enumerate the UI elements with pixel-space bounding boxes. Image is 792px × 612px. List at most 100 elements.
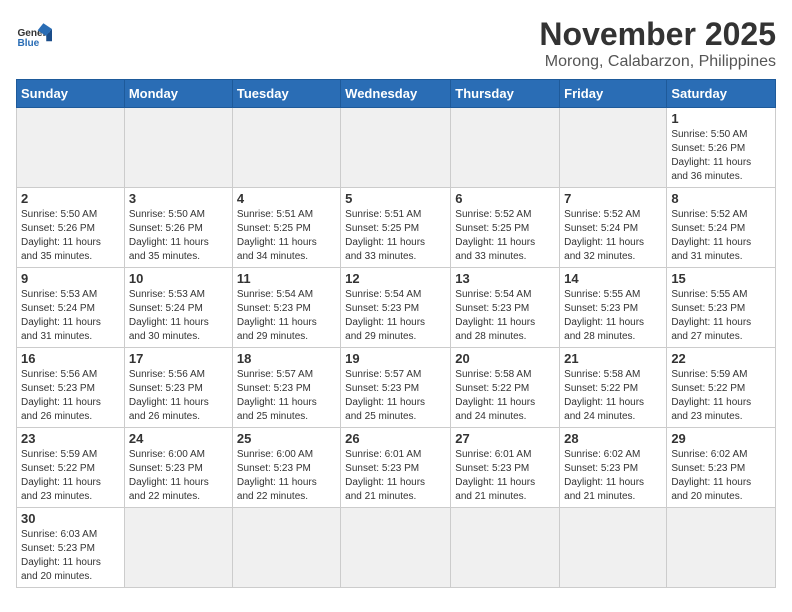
column-header-friday: Friday xyxy=(560,80,667,108)
calendar-week-row: 2Sunrise: 5:50 AM Sunset: 5:26 PM Daylig… xyxy=(17,188,776,268)
calendar-cell: 24 Sunrise: 6:00 AM Sunset: 5:23 PM Dayli… xyxy=(124,428,232,508)
day-info: Sunrise: 5:52 AM Sunset: 5:24 PM Dayligh… xyxy=(671,208,771,264)
calendar-cell: 22 Sunrise: 5:59 AM Sunset: 5:22 PM Dayli… xyxy=(667,348,776,428)
day-number: 6 xyxy=(455,191,555,206)
day-number: 19 xyxy=(345,351,446,366)
day-number: 23 xyxy=(21,431,120,446)
day-number: 25 xyxy=(237,431,336,446)
day-info: Sunrise: 5:57 AM Sunset: 5:23 PM Dayligh… xyxy=(345,368,446,424)
day-number: 13 xyxy=(455,271,555,286)
day-number: 14 xyxy=(564,271,662,286)
column-header-saturday: Saturday xyxy=(667,80,776,108)
column-header-wednesday: Wednesday xyxy=(341,80,451,108)
day-info: Sunrise: 6:00 AM Sunset: 5:23 PM Dayligh… xyxy=(237,448,336,504)
day-number: 16 xyxy=(21,351,120,366)
calendar-cell: 10 Sunrise: 5:53 AM Sunset: 5:24 PM Dayli… xyxy=(124,268,232,348)
calendar-cell: 30Sunrise: 6:03 AM Sunset: 5:23 PM Dayli… xyxy=(17,508,125,588)
calendar-cell: 25 Sunrise: 6:00 AM Sunset: 5:23 PM Dayli… xyxy=(232,428,340,508)
calendar-cell xyxy=(667,508,776,588)
day-info: Sunrise: 5:53 AM Sunset: 5:24 PM Dayligh… xyxy=(129,288,228,344)
calendar-cell: 26 Sunrise: 6:01 AM Sunset: 5:23 PM Dayli… xyxy=(341,428,451,508)
day-number: 27 xyxy=(455,431,555,446)
day-info: Sunrise: 5:54 AM Sunset: 5:23 PM Dayligh… xyxy=(237,288,336,344)
day-info: Sunrise: 5:56 AM Sunset: 5:23 PM Dayligh… xyxy=(129,368,228,424)
day-number: 11 xyxy=(237,271,336,286)
calendar-cell: 8 Sunrise: 5:52 AM Sunset: 5:24 PM Daylig… xyxy=(667,188,776,268)
day-number: 10 xyxy=(129,271,228,286)
day-number: 29 xyxy=(671,431,771,446)
column-header-monday: Monday xyxy=(124,80,232,108)
day-number: 9 xyxy=(21,271,120,286)
calendar-cell xyxy=(560,508,667,588)
day-number: 18 xyxy=(237,351,336,366)
day-number: 22 xyxy=(671,351,771,366)
day-number: 3 xyxy=(129,191,228,206)
day-number: 21 xyxy=(564,351,662,366)
logo-icon: General Blue xyxy=(16,16,52,52)
calendar-cell: 7 Sunrise: 5:52 AM Sunset: 5:24 PM Daylig… xyxy=(560,188,667,268)
calendar-cell xyxy=(124,108,232,188)
calendar-cell xyxy=(232,508,340,588)
day-info: Sunrise: 5:52 AM Sunset: 5:24 PM Dayligh… xyxy=(564,208,662,264)
day-info: Sunrise: 6:01 AM Sunset: 5:23 PM Dayligh… xyxy=(455,448,555,504)
day-number: 12 xyxy=(345,271,446,286)
day-info: Sunrise: 5:56 AM Sunset: 5:23 PM Dayligh… xyxy=(21,368,120,424)
calendar-cell: 17Sunrise: 5:56 AM Sunset: 5:23 PM Dayli… xyxy=(124,348,232,428)
calendar-cell: 20 Sunrise: 5:58 AM Sunset: 5:22 PM Dayli… xyxy=(451,348,560,428)
calendar-cell: 2Sunrise: 5:50 AM Sunset: 5:26 PM Daylig… xyxy=(17,188,125,268)
day-info: Sunrise: 5:59 AM Sunset: 5:22 PM Dayligh… xyxy=(671,368,771,424)
day-number: 15 xyxy=(671,271,771,286)
calendar-cell xyxy=(17,108,125,188)
calendar-cell: 5Sunrise: 5:51 AM Sunset: 5:25 PM Daylig… xyxy=(341,188,451,268)
calendar-week-row: 1 Sunrise: 5:50 AM Sunset: 5:26 PM Daylig… xyxy=(17,108,776,188)
calendar-cell xyxy=(451,108,560,188)
calendar-cell: 27 Sunrise: 6:01 AM Sunset: 5:23 PM Dayli… xyxy=(451,428,560,508)
day-info: Sunrise: 5:55 AM Sunset: 5:23 PM Dayligh… xyxy=(671,288,771,344)
day-info: Sunrise: 6:00 AM Sunset: 5:23 PM Dayligh… xyxy=(129,448,228,504)
day-number: 30 xyxy=(21,511,120,526)
title-section: November 2025 Morong, Calabarzon, Philip… xyxy=(539,16,776,71)
page-header: General Blue November 2025 Morong, Calab… xyxy=(16,16,776,71)
calendar-cell xyxy=(341,508,451,588)
calendar-cell: 14Sunrise: 5:55 AM Sunset: 5:23 PM Dayli… xyxy=(560,268,667,348)
location-subtitle: Morong, Calabarzon, Philippines xyxy=(539,53,776,71)
calendar-cell: 12Sunrise: 5:54 AM Sunset: 5:23 PM Dayli… xyxy=(341,268,451,348)
day-info: Sunrise: 5:50 AM Sunset: 5:26 PM Dayligh… xyxy=(671,128,771,184)
logo: General Blue xyxy=(16,16,52,52)
calendar-cell: 23Sunrise: 5:59 AM Sunset: 5:22 PM Dayli… xyxy=(17,428,125,508)
column-header-tuesday: Tuesday xyxy=(232,80,340,108)
calendar-cell: 9Sunrise: 5:53 AM Sunset: 5:24 PM Daylig… xyxy=(17,268,125,348)
calendar-cell: 29 Sunrise: 6:02 AM Sunset: 5:23 PM Dayli… xyxy=(667,428,776,508)
calendar-header-row: SundayMondayTuesdayWednesdayThursdayFrid… xyxy=(17,80,776,108)
day-number: 20 xyxy=(455,351,555,366)
day-number: 4 xyxy=(237,191,336,206)
calendar-cell: 19 Sunrise: 5:57 AM Sunset: 5:23 PM Dayli… xyxy=(341,348,451,428)
day-number: 26 xyxy=(345,431,446,446)
calendar-cell: 11 Sunrise: 5:54 AM Sunset: 5:23 PM Dayli… xyxy=(232,268,340,348)
day-number: 7 xyxy=(564,191,662,206)
day-number: 24 xyxy=(129,431,228,446)
calendar-cell: 28Sunrise: 6:02 AM Sunset: 5:23 PM Dayli… xyxy=(560,428,667,508)
calendar-week-row: 23Sunrise: 5:59 AM Sunset: 5:22 PM Dayli… xyxy=(17,428,776,508)
day-info: Sunrise: 5:54 AM Sunset: 5:23 PM Dayligh… xyxy=(455,288,555,344)
calendar-week-row: 30Sunrise: 6:03 AM Sunset: 5:23 PM Dayli… xyxy=(17,508,776,588)
calendar-week-row: 9 Sunrise: 5:53 AM Sunset: 5:24 PM Daylig… xyxy=(17,268,776,348)
column-header-sunday: Sunday xyxy=(17,80,125,108)
svg-text:Blue: Blue xyxy=(17,38,39,49)
calendar-cell: 16 Sunrise: 5:56 AM Sunset: 5:23 PM Dayli… xyxy=(17,348,125,428)
day-info: Sunrise: 5:52 AM Sunset: 5:25 PM Dayligh… xyxy=(455,208,555,264)
day-number: 28 xyxy=(564,431,662,446)
month-title: November 2025 xyxy=(539,16,776,53)
calendar-table: SundayMondayTuesdayWednesdayThursdayFrid… xyxy=(16,79,776,588)
day-info: Sunrise: 5:58 AM Sunset: 5:22 PM Dayligh… xyxy=(455,368,555,424)
calendar-cell: 21 Sunrise: 5:58 AM Sunset: 5:22 PM Dayli… xyxy=(560,348,667,428)
day-info: Sunrise: 6:02 AM Sunset: 5:23 PM Dayligh… xyxy=(671,448,771,504)
day-info: Sunrise: 5:58 AM Sunset: 5:22 PM Dayligh… xyxy=(564,368,662,424)
day-number: 1 xyxy=(671,111,771,126)
day-info: Sunrise: 5:51 AM Sunset: 5:25 PM Dayligh… xyxy=(237,208,336,264)
day-info: Sunrise: 6:01 AM Sunset: 5:23 PM Dayligh… xyxy=(345,448,446,504)
calendar-cell: 3Sunrise: 5:50 AM Sunset: 5:26 PM Daylig… xyxy=(124,188,232,268)
calendar-cell xyxy=(451,508,560,588)
calendar-cell: 13 Sunrise: 5:54 AM Sunset: 5:23 PM Dayli… xyxy=(451,268,560,348)
day-number: 8 xyxy=(671,191,771,206)
